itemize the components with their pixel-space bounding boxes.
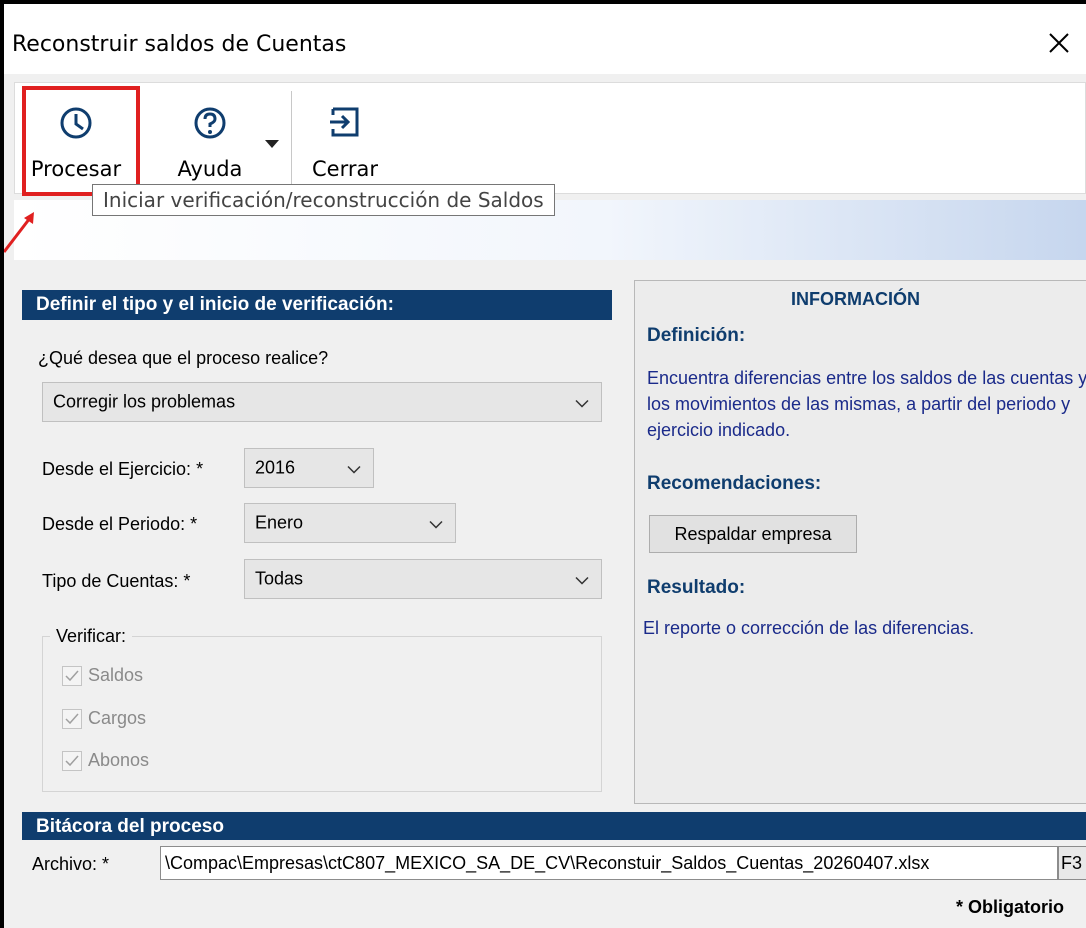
help-icon	[192, 105, 228, 146]
ayuda-label: Ayuda	[177, 157, 243, 181]
ejercicio-select[interactable]: 2016	[244, 448, 374, 488]
cerrar-button[interactable]: Cerrar	[309, 87, 381, 191]
definicion-text: Encuentra diferencias entre los saldos d…	[647, 368, 1086, 440]
definicion-heading: Definición:	[647, 325, 746, 346]
archivo-value: \Compac\Empresas\ctC807_MEXICO_SA_DE_CV\…	[165, 853, 930, 873]
title-bar: Reconstruir saldos de Cuentas	[4, 4, 1086, 74]
action-select-value: Corregir los problemas	[53, 391, 236, 412]
check-icon	[62, 709, 82, 729]
procesar-tooltip: Iniciar verificación/reconstrucción de S…	[92, 184, 555, 216]
cerrar-label: Cerrar	[312, 157, 378, 181]
toolbar-separator	[291, 91, 292, 185]
cargos-label: Cargos	[88, 708, 147, 728]
question-label: ¿Qué desea que el proceso realice?	[38, 348, 329, 368]
annotation-arrow	[4, 212, 34, 253]
chevron-down-icon	[575, 392, 589, 413]
toolbar: Procesar Ayuda Cerrar	[14, 82, 1086, 194]
action-select[interactable]: Corregir los problemas	[42, 382, 602, 422]
tipo-label: Tipo de Cuentas: *	[42, 571, 191, 591]
check-icon	[62, 666, 82, 686]
periodo-select[interactable]: Enero	[244, 503, 456, 543]
tipo-select[interactable]: Todas	[244, 559, 602, 599]
chevron-down-icon	[347, 458, 361, 479]
respaldar-button[interactable]: Respaldar empresa	[649, 515, 857, 553]
exit-icon	[328, 105, 362, 144]
resultado-heading: Resultado:	[647, 577, 746, 598]
chevron-down-icon	[575, 569, 589, 590]
ejercicio-select-value: 2016	[255, 457, 296, 478]
archivo-label: Archivo: *	[32, 854, 110, 874]
periodo-select-value: Enero	[255, 512, 304, 533]
tipo-select-value: Todas	[255, 568, 304, 589]
check-icon	[62, 751, 82, 771]
window-title: Reconstruir saldos de Cuentas	[12, 32, 347, 57]
close-icon	[1049, 33, 1069, 53]
chevron-down-icon	[429, 513, 443, 534]
resultado-text: El reporte o corrección de las diferenci…	[643, 618, 975, 638]
definir-section-header: Definir el tipo y el inicio de verificac…	[22, 290, 612, 320]
recomendaciones-heading: Recomendaciones:	[647, 473, 822, 494]
close-button[interactable]	[1034, 22, 1082, 66]
verificar-legend: Verificar:	[50, 626, 133, 647]
dialog-window: Reconstruir saldos de Cuentas Procesar A…	[0, 0, 1086, 928]
info-title: INFORMACIÓN	[791, 289, 920, 309]
periodo-label: Desde el Periodo: *	[42, 514, 198, 534]
f3-button[interactable]: F3	[1058, 846, 1086, 880]
ayuda-dropdown-icon[interactable]	[265, 135, 279, 153]
required-note: * Obligatorio	[956, 897, 1064, 917]
abonos-label: Abonos	[88, 750, 150, 770]
archivo-field[interactable]: \Compac\Empresas\ctC807_MEXICO_SA_DE_CV\…	[160, 846, 1058, 880]
procesar-highlight	[22, 86, 140, 196]
bitacora-section-header: Bitácora del proceso	[22, 812, 1086, 840]
saldos-label: Saldos	[88, 665, 144, 685]
ejercicio-label: Desde el Ejercicio: *	[42, 459, 204, 479]
ayuda-button[interactable]: Ayuda	[167, 87, 253, 191]
info-panel: INFORMACIÓN Definición: Encuentra difere…	[634, 280, 1086, 804]
